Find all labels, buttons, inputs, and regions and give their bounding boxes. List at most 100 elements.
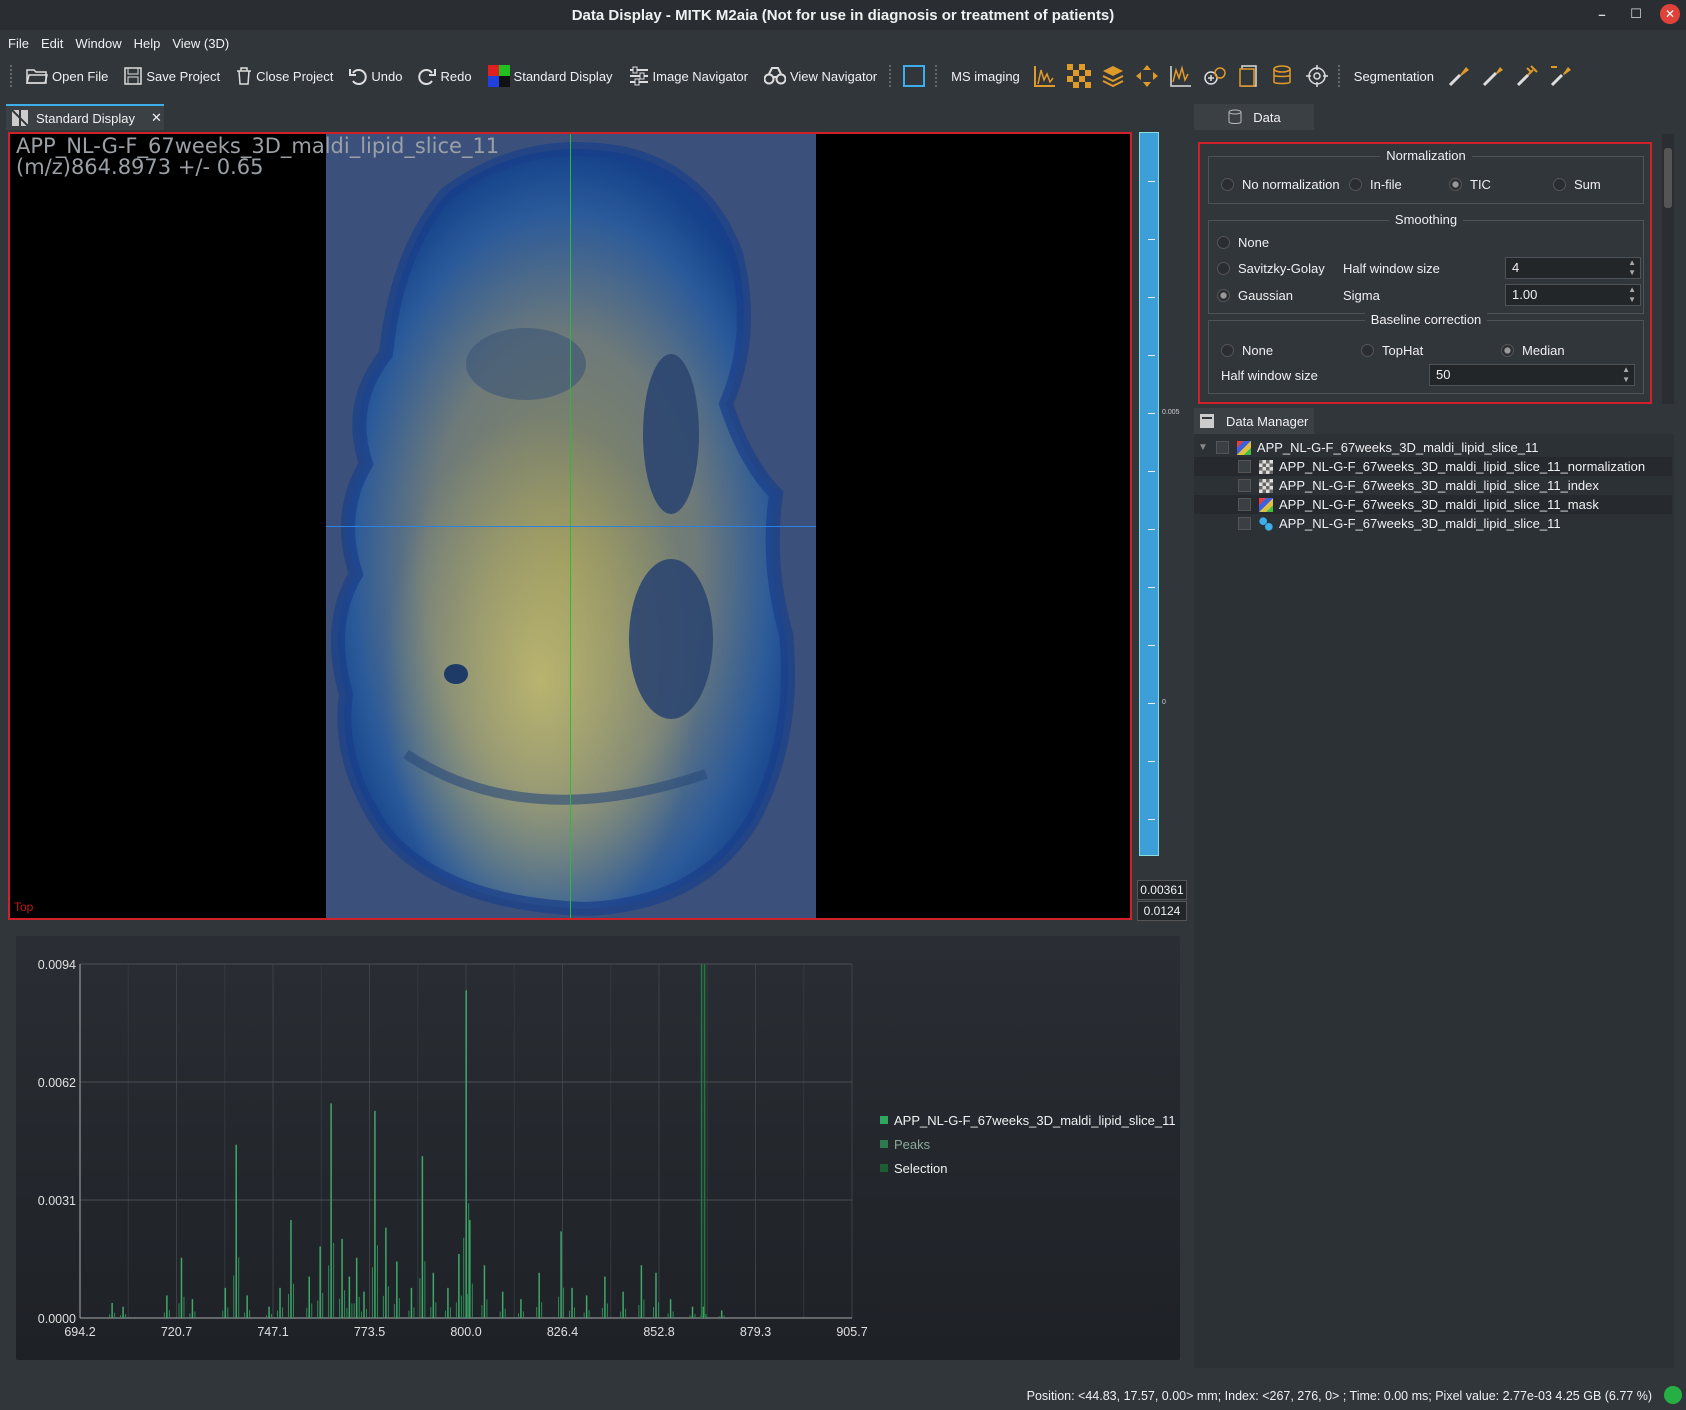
memory-status-indicator: [1664, 1386, 1682, 1404]
range-max-field[interactable]: 0.00361: [1137, 880, 1187, 900]
visibility-checkbox[interactable]: [1238, 479, 1251, 492]
add-peaks-icon[interactable]: [1202, 63, 1228, 89]
mask-image-icon: [1259, 497, 1273, 512]
spin-arrows-icon[interactable]: ▲ ▼: [1622, 365, 1630, 385]
level-window-slider[interactable]: 0.005 0: [1139, 132, 1180, 856]
radio-in-file[interactable]: In-file: [1349, 177, 1402, 192]
visibility-checkbox[interactable]: [1238, 517, 1251, 530]
tree-node-label: APP_NL-G-F_67weeks_3D_maldi_lipid_slice_…: [1256, 440, 1539, 455]
spin-arrows-icon[interactable]: ▲ ▼: [1628, 285, 1636, 305]
radio-gaussian[interactable]: Gaussian: [1217, 288, 1293, 303]
render-window[interactable]: APP_NL-G-F_67weeks_3D_maldi_lipid_slice_…: [8, 132, 1132, 920]
image-navigator-button[interactable]: Image Navigator: [621, 61, 756, 91]
legend-item-selection[interactable]: Selection: [880, 1156, 1176, 1180]
menu-window[interactable]: Window: [71, 32, 129, 56]
data-manager-icon: [1200, 414, 1214, 428]
data-panel-scrollbar[interactable]: [1662, 134, 1674, 404]
visibility-checkbox[interactable]: [1238, 460, 1251, 473]
baseline-correction-title: Baseline correction: [1364, 312, 1488, 327]
smoothing-half-window-spinbox[interactable]: 4 ▲ ▼: [1505, 257, 1641, 279]
visibility-checkbox[interactable]: [1238, 498, 1251, 511]
tree-node[interactable]: APP_NL-G-F_67weeks_3D_maldi_lipid_slice_…: [1194, 514, 1672, 533]
maximize-icon[interactable]: ☐: [1626, 4, 1646, 24]
data-manager-tree[interactable]: ▼ APP_NL-G-F_67weeks_3D_maldi_lipid_slic…: [1194, 434, 1674, 1368]
tab-close-icon[interactable]: ✕: [151, 110, 162, 126]
document-export-icon[interactable]: [1236, 63, 1262, 89]
visibility-checkbox[interactable]: [1215, 441, 1229, 454]
toolbar-handle[interactable]: [10, 65, 14, 87]
legend-item-spectrum[interactable]: APP_NL-G-F_67weeks_3D_maldi_lipid_slice_…: [880, 1108, 1176, 1132]
undo-button[interactable]: Undo: [341, 61, 410, 91]
radio-in-file-label: In-file: [1370, 177, 1402, 192]
radio-baseline-none[interactable]: None: [1221, 343, 1273, 358]
layers-icon[interactable]: [1100, 63, 1126, 89]
window-title: Data Display - MITK M2aia (Not for use i…: [571, 6, 1115, 24]
menu-file[interactable]: File: [4, 32, 37, 56]
radio-sum[interactable]: Sum: [1553, 177, 1601, 192]
move-arrows-icon[interactable]: [1134, 63, 1160, 89]
tab-data[interactable]: Data: [1194, 104, 1314, 130]
open-file-button[interactable]: Open File: [18, 61, 116, 91]
close-icon[interactable]: ✕: [1660, 4, 1680, 24]
sigma-spinbox[interactable]: 1.00 ▲ ▼: [1505, 284, 1641, 306]
chart-legend: APP_NL-G-F_67weeks_3D_maldi_lipid_slice_…: [880, 1108, 1176, 1180]
tree-node[interactable]: APP_NL-G-F_67weeks_3D_maldi_lipid_slice_…: [1194, 476, 1672, 495]
spin-arrows-icon[interactable]: ▲ ▼: [1628, 258, 1636, 278]
scale-tick: [1148, 819, 1155, 820]
image-slice[interactable]: [326, 134, 816, 918]
menu-view-3d[interactable]: View (3D): [168, 32, 237, 56]
scale-tick: [1148, 587, 1155, 588]
radio-savitzky-golay-label: Savitzky-Golay: [1238, 261, 1325, 276]
expand-arrow-icon[interactable]: ▼: [1198, 442, 1208, 453]
overlay-spectra-icon[interactable]: [1168, 63, 1194, 89]
radio-tophat[interactable]: TopHat: [1361, 343, 1423, 358]
menu-edit[interactable]: Edit: [37, 32, 71, 56]
radio-savitzky-golay[interactable]: Savitzky-Golay: [1217, 261, 1325, 276]
brush-tool-icon[interactable]: [1446, 63, 1472, 89]
tab-data-manager[interactable]: Data Manager: [1194, 408, 1314, 434]
radio-no-normalization[interactable]: No normalization: [1221, 177, 1340, 192]
tree-node[interactable]: APP_NL-G-F_67weeks_3D_maldi_lipid_slice_…: [1194, 495, 1672, 514]
pen-tool-icon[interactable]: [1480, 63, 1506, 89]
spectrum-peak-icon[interactable]: [1032, 63, 1058, 89]
radio-median[interactable]: Median: [1501, 343, 1565, 358]
y-tick-label: 0.0062: [38, 1076, 76, 1090]
range-min-field[interactable]: 0.0124: [1137, 901, 1187, 921]
grid-pattern-icon[interactable]: [1066, 63, 1092, 89]
close-project-button[interactable]: Close Project: [228, 61, 341, 91]
redo-button[interactable]: Redo: [410, 61, 479, 91]
tab-standard-display[interactable]: Standard Display ✕: [6, 104, 164, 130]
toolbar-handle[interactable]: [889, 65, 893, 87]
database-settings-icon[interactable]: [1270, 63, 1296, 89]
toolbar-handle[interactable]: [1337, 65, 1342, 87]
legend-item-peaks[interactable]: Peaks: [880, 1132, 1176, 1156]
baseline-half-window-spinbox[interactable]: 50 ▲ ▼: [1429, 364, 1635, 386]
view-navigator-button[interactable]: View Navigator: [756, 61, 885, 91]
radio-smoothing-none[interactable]: None: [1217, 235, 1269, 250]
radio-tic[interactable]: TIC: [1449, 177, 1491, 192]
radio-tophat-label: TopHat: [1382, 343, 1424, 358]
normalization-title: Normalization: [1380, 148, 1472, 163]
tree-node[interactable]: APP_NL-G-F_67weeks_3D_maldi_lipid_slice_…: [1194, 457, 1672, 476]
segmentation-button[interactable]: Segmentation: [1346, 61, 1442, 91]
region-grow-tool-icon[interactable]: [1514, 63, 1540, 89]
tree-node-label: APP_NL-G-F_67weeks_3D_maldi_lipid_slice_…: [1279, 516, 1561, 531]
menu-help[interactable]: Help: [130, 32, 169, 56]
radio-smoothing-none-label: None: [1238, 235, 1270, 250]
gear-cluster-icon[interactable]: [1304, 63, 1330, 89]
x-tick-label: 852.8: [643, 1325, 674, 1339]
fill-tool-icon[interactable]: [1548, 63, 1574, 89]
view-frame-icon[interactable]: [901, 63, 927, 89]
undo-icon: [349, 69, 368, 85]
minimize-icon[interactable]: –: [1592, 4, 1612, 24]
scale-tick: [1148, 529, 1155, 530]
save-project-button[interactable]: Save Project: [116, 61, 228, 91]
tree-node[interactable]: ▼ APP_NL-G-F_67weeks_3D_maldi_lipid_slic…: [1194, 438, 1672, 457]
status-bar: Position: <44.83, 17.57, 0.00> mm; Index…: [0, 1384, 1686, 1408]
baseline-half-window-label: Half window size: [1221, 368, 1318, 383]
ms-imaging-button[interactable]: MS imaging: [943, 61, 1028, 91]
radio-median-label: Median: [1522, 343, 1565, 358]
toolbar-handle[interactable]: [935, 65, 939, 87]
image-navigator-label: Image Navigator: [652, 68, 748, 84]
standard-display-button[interactable]: Standard Display: [480, 61, 621, 91]
